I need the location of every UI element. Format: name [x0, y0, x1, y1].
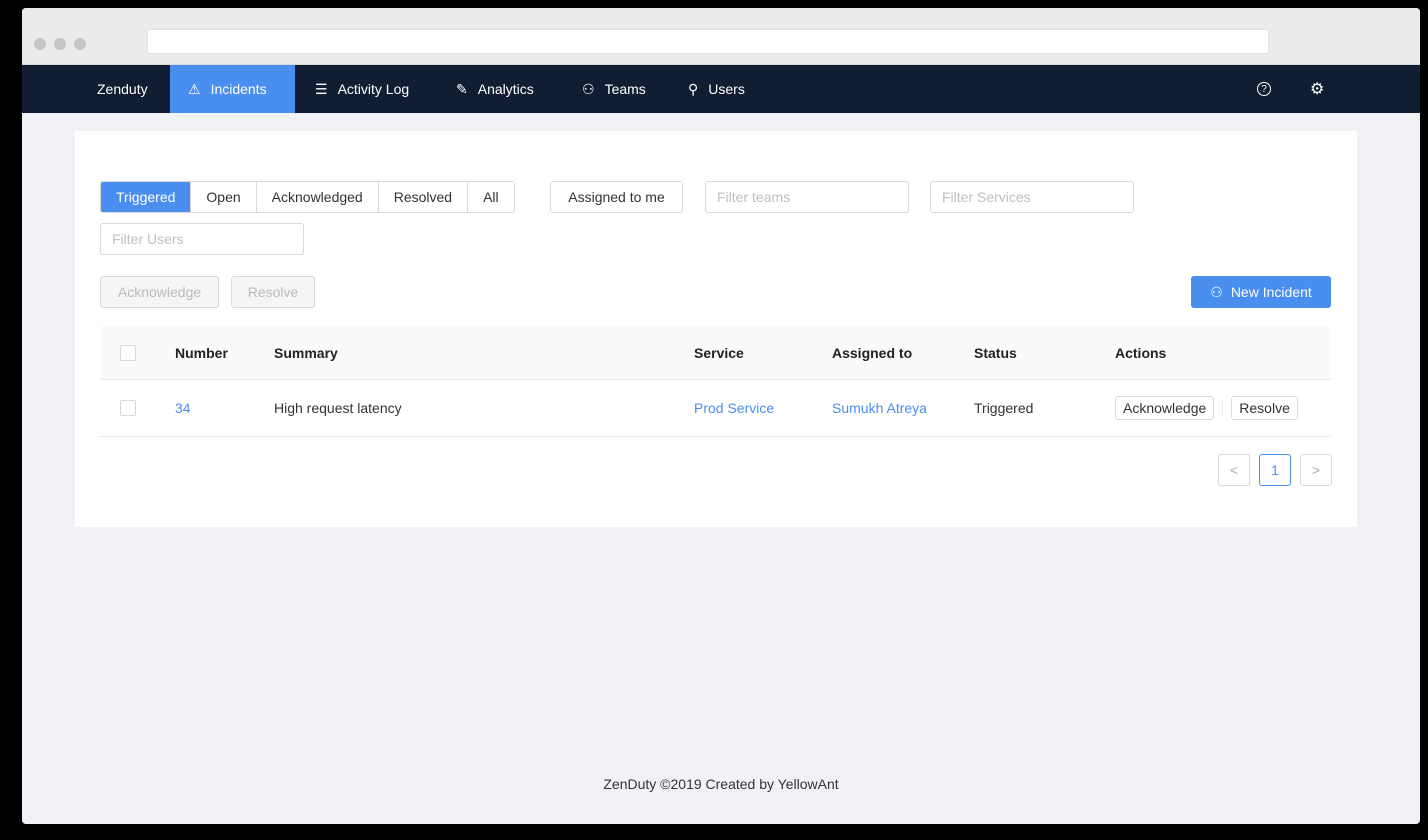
document-icon: ☰ [315, 80, 328, 97]
help-icon[interactable]: ? [1257, 65, 1271, 113]
service-link[interactable]: Prod Service [694, 380, 774, 436]
wrench-icon: ✎ [456, 80, 468, 97]
filter-services-input[interactable] [930, 181, 1134, 213]
settings-gear-icon[interactable]: ⚙ [1310, 65, 1324, 113]
nav-item-label: Analytics [477, 81, 534, 97]
user-icon: ⚲ [688, 80, 699, 97]
bulk-acknowledge-button[interactable]: Acknowledge [100, 276, 219, 308]
tab-triggered[interactable]: Triggered [101, 182, 192, 212]
nav-item-activity-log[interactable]: ☰ Activity Log [315, 65, 409, 113]
table-row: 34 High request latency Prod Service Sum… [100, 380, 1331, 437]
nav-item-teams[interactable]: ⚇ Teams [582, 65, 646, 113]
nav-item-analytics[interactable]: ✎ Analytics [456, 65, 534, 113]
incident-status: Triggered [974, 400, 1034, 416]
status-tabs: Triggered Open Acknowledged Resolved All [100, 181, 515, 213]
column-header-status: Status [974, 344, 1017, 361]
pagination-page-1[interactable]: 1 [1259, 454, 1291, 486]
bulk-resolve-button[interactable]: Resolve [231, 276, 315, 308]
incidents-table: Number Summary Service Assigned to Statu… [100, 326, 1331, 437]
browser-titlebar [22, 8, 1420, 65]
nav-item-incidents[interactable]: ⚠ Incidents [170, 65, 295, 113]
nav-item-label: Teams [604, 81, 646, 97]
nav-item-label: Users [708, 81, 745, 97]
column-header-summary: Summary [274, 344, 338, 361]
warning-triangle-icon: ⚠ [188, 80, 201, 97]
new-incident-label: New Incident [1230, 284, 1312, 300]
column-header-service: Service [694, 344, 744, 361]
nav-item-label: Activity Log [337, 81, 410, 97]
column-header-actions: Actions [1115, 344, 1167, 361]
filter-users-input[interactable] [100, 223, 304, 255]
tab-resolved[interactable]: Resolved [379, 182, 469, 212]
brand-logo[interactable]: Zenduty [97, 65, 148, 113]
assigned-to-me-button[interactable]: Assigned to me [550, 181, 683, 213]
pagination-prev-button[interactable]: < [1218, 454, 1250, 486]
window-maximize-dot[interactable] [74, 38, 86, 50]
team-icon: ⚇ [582, 80, 595, 97]
incidents-card: Triggered Open Acknowledged Resolved All… [75, 131, 1357, 527]
filter-teams-input[interactable] [705, 181, 909, 213]
window-minimize-dot[interactable] [54, 38, 66, 50]
top-navbar: Zenduty ⚠ Incidents ☰ Activity Log ✎ Ana… [22, 65, 1420, 113]
row-checkbox[interactable] [120, 380, 136, 436]
action-divider [1222, 401, 1224, 415]
column-header-assigned-to: Assigned to [832, 344, 913, 361]
row-resolve-button[interactable]: Resolve [1231, 396, 1298, 420]
row-acknowledge-button[interactable]: Acknowledge [1115, 396, 1215, 420]
row-actions: Acknowledge Resolve [1115, 380, 1298, 436]
browser-window: Zenduty ⚠ Incidents ☰ Activity Log ✎ Ana… [22, 8, 1420, 824]
table-header: Number Summary Service Assigned to Statu… [100, 326, 1331, 380]
tab-open[interactable]: Open [191, 182, 257, 212]
nav-item-label: Incidents [210, 81, 267, 97]
footer-text: ZenDuty ©2019 Created by YellowAnt [603, 776, 839, 792]
column-header-number[interactable]: Number [175, 326, 228, 379]
incident-number-link[interactable]: 34 [175, 380, 191, 436]
tab-all[interactable]: All [468, 182, 514, 212]
incident-summary: High request latency [274, 400, 402, 416]
new-incident-button[interactable]: ⚇ New Incident [1191, 276, 1331, 308]
nav-item-users[interactable]: ⚲ Users [688, 65, 745, 113]
tab-acknowledged[interactable]: Acknowledged [257, 182, 379, 212]
team-icon: ⚇ [1210, 283, 1223, 300]
window-close-dot[interactable] [34, 38, 46, 50]
assignee-link[interactable]: Sumukh Atreya [832, 380, 927, 436]
select-all-checkbox[interactable] [120, 326, 136, 379]
pagination-next-button[interactable]: > [1300, 454, 1332, 486]
address-bar[interactable] [147, 29, 1269, 54]
